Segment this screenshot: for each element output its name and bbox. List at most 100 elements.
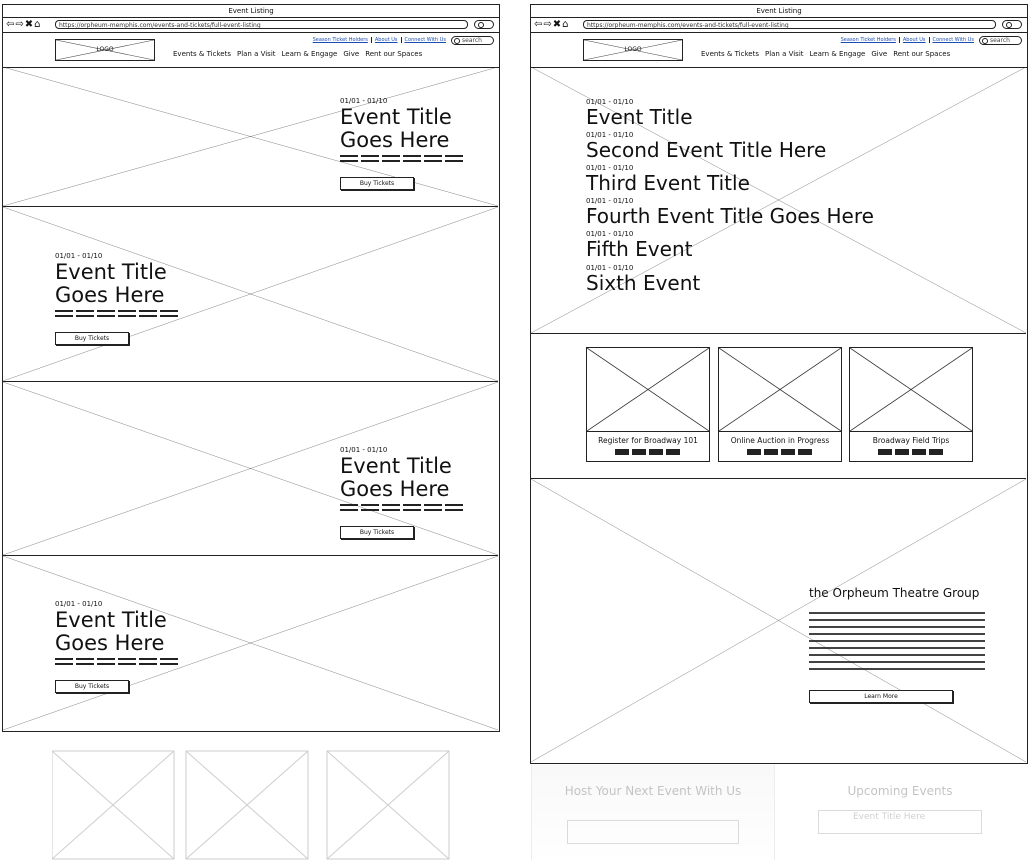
faded-card-row — [51, 750, 452, 860]
nav-rent-spaces[interactable]: Rent our Spaces — [893, 50, 950, 58]
card-image — [719, 348, 841, 432]
card-image — [850, 348, 972, 432]
link-connect[interactable]: Connect With Us — [930, 37, 977, 43]
left-browser-window: Event Listing ⇦⇨✖⌂ https://orpheum-memph… — [2, 4, 500, 732]
link-about-us[interactable]: About Us — [899, 37, 930, 43]
event-list-item[interactable]: 01/01 - 01/10 Third Event Title — [586, 164, 874, 194]
event-title: Second Event Title Here — [586, 138, 827, 162]
logo-text: LOGO — [624, 46, 642, 53]
nav-give[interactable]: Give — [343, 50, 359, 58]
main-nav: Events & Tickets Plan a Visit Learn & Enga… — [701, 50, 956, 58]
logo[interactable]: LOGO — [583, 39, 683, 61]
event-description-placeholder — [55, 658, 181, 668]
link-season-ticket-holders[interactable]: Season Ticket Holders — [837, 37, 900, 43]
event-list-item[interactable]: 01/01 - 01/10 Sixth Event — [586, 264, 874, 294]
browser-nav-icons[interactable]: ⇦⇨✖⌂ — [534, 18, 569, 32]
event-description-placeholder — [55, 310, 181, 320]
feature-card[interactable]: Online Auction in Progress — [718, 347, 842, 462]
host-heading: Host Your Next Event With Us — [564, 784, 742, 798]
event-date: 01/01 - 01/10 — [55, 252, 103, 260]
browser-nav-icons[interactable]: ⇦⇨✖⌂ — [6, 18, 41, 32]
event-date: 01/01 - 01/10 — [340, 446, 388, 454]
card-title: Register for Broadway 101 — [598, 436, 698, 445]
card-text-placeholder — [615, 449, 681, 455]
event-list-item[interactable]: 01/01 - 01/10 Second Event Title Here — [586, 131, 874, 161]
event-hero-1: 01/01 - 01/10 Event Title Goes Here Buy … — [3, 67, 498, 207]
nav-events-tickets[interactable]: Events & Tickets — [701, 50, 759, 58]
event-hero-2: 01/01 - 01/10 Event Title Goes Here Buy … — [3, 207, 498, 382]
nav-rent-spaces[interactable]: Rent our Spaces — [365, 50, 422, 58]
event-date: 01/01 - 01/10 — [55, 600, 103, 608]
right-browser-window: Event Listing ⇦⇨✖⌂ https://orpheum-memph… — [530, 4, 1028, 764]
address-bar: ⇦⇨✖⌂ https://orpheum-memphis.com/events-… — [531, 18, 1027, 33]
event-title: Third Event Title — [586, 171, 750, 195]
faded-upcoming-panel: Upcoming Events Event Title Here — [800, 765, 1000, 860]
host-box — [567, 820, 739, 844]
event-list-item[interactable]: 01/01 - 01/10 Fifth Event — [586, 230, 874, 260]
event-hero-3: 01/01 - 01/10 Event Title Goes Here Buy … — [3, 382, 498, 556]
upcoming-heading: Upcoming Events — [847, 784, 953, 798]
card-text-placeholder — [747, 449, 813, 455]
buy-tickets-button[interactable]: Buy Tickets — [55, 680, 129, 693]
url-field[interactable]: https://orpheum-memphis.com/events-and-t… — [55, 20, 468, 29]
utility-links: Season Ticket Holders About Us Connect Wit… — [309, 37, 449, 43]
site-header: LOGO Season Ticket Holders About Us Connec… — [531, 33, 1027, 68]
buy-tickets-button[interactable]: Buy Tickets — [340, 177, 414, 190]
event-title: Event Title — [55, 608, 167, 632]
search-go-button[interactable] — [474, 20, 494, 29]
feature-card[interactable]: Broadway Field Trips — [849, 347, 973, 462]
event-title: Event Title — [340, 454, 452, 478]
buy-tickets-button[interactable]: Buy Tickets — [340, 526, 414, 539]
about-heading: the Orpheum Theatre Group — [809, 586, 980, 600]
event-title: Goes Here — [340, 128, 450, 152]
event-title: Event Title — [586, 105, 693, 129]
event-title: Event Title — [55, 260, 167, 284]
nav-plan-visit[interactable]: Plan a Visit — [237, 50, 276, 58]
window-title: Event Listing — [3, 5, 499, 18]
event-3-info: 01/01 - 01/10 Event Title Goes Here Buy … — [340, 446, 466, 539]
feature-card[interactable]: Register for Broadway 101 — [586, 347, 710, 462]
event-list-item[interactable]: 01/01 - 01/10 Event Title — [586, 98, 874, 128]
event-description-placeholder — [340, 155, 466, 165]
card-text-placeholder — [878, 449, 944, 455]
event-2-info: 01/01 - 01/10 Event Title Goes Here Buy … — [55, 252, 181, 345]
nav-learn-engage[interactable]: Learn & Engage — [282, 50, 338, 58]
nav-give[interactable]: Give — [871, 50, 887, 58]
search-input[interactable]: search — [451, 36, 494, 45]
event-date: 01/01 - 01/10 — [340, 97, 388, 105]
url-field[interactable]: https://orpheum-memphis.com/events-and-t… — [583, 20, 996, 29]
event-title: Goes Here — [340, 477, 450, 501]
feature-cards-section: Register for Broadway 101 Online Auction… — [531, 334, 1026, 479]
card-image — [587, 348, 709, 432]
event-description-placeholder — [340, 504, 466, 514]
event-title: Goes Here — [55, 283, 165, 307]
event-list-item[interactable]: 01/01 - 01/10 Fourth Event Title Goes He… — [586, 197, 874, 227]
link-connect[interactable]: Connect With Us — [402, 37, 449, 43]
about-section: the Orpheum Theatre Group Learn More — [531, 479, 1026, 762]
site-header: LOGO Season Ticket Holders About Us Connec… — [3, 33, 499, 68]
buy-tickets-button[interactable]: Buy Tickets — [55, 332, 129, 345]
event-title: Fifth Event — [586, 237, 693, 261]
event-list-hero: 01/01 - 01/10 Event Title 01/01 - 01/10 … — [531, 67, 1026, 334]
logo-text: LOGO — [96, 46, 114, 53]
logo[interactable]: LOGO — [55, 39, 155, 61]
nav-plan-visit[interactable]: Plan a Visit — [765, 50, 804, 58]
link-season-ticket-holders[interactable]: Season Ticket Holders — [309, 37, 372, 43]
card-title: Online Auction in Progress — [730, 436, 830, 445]
utility-links: Season Ticket Holders About Us Connect Wit… — [837, 37, 977, 43]
learn-more-button[interactable]: Learn More — [809, 690, 953, 703]
upcoming-item[interactable]: Event Title Here — [818, 810, 982, 834]
nav-events-tickets[interactable]: Events & Tickets — [173, 50, 231, 58]
window-title: Event Listing — [531, 5, 1027, 18]
search-input[interactable]: search — [979, 36, 1022, 45]
event-list: 01/01 - 01/10 Event Title 01/01 - 01/10 … — [586, 95, 874, 294]
event-title: Sixth Event — [586, 271, 701, 295]
about-text-placeholder — [809, 612, 985, 674]
search-go-button[interactable] — [1002, 20, 1022, 29]
nav-learn-engage[interactable]: Learn & Engage — [810, 50, 866, 58]
event-title: Event Title — [340, 105, 452, 129]
link-about-us[interactable]: About Us — [371, 37, 402, 43]
main-nav: Events & Tickets Plan a Visit Learn & Enga… — [173, 50, 428, 58]
event-title: Fourth Event Title Goes Here — [586, 204, 874, 228]
address-bar: ⇦⇨✖⌂ https://orpheum-memphis.com/events-… — [3, 18, 499, 33]
